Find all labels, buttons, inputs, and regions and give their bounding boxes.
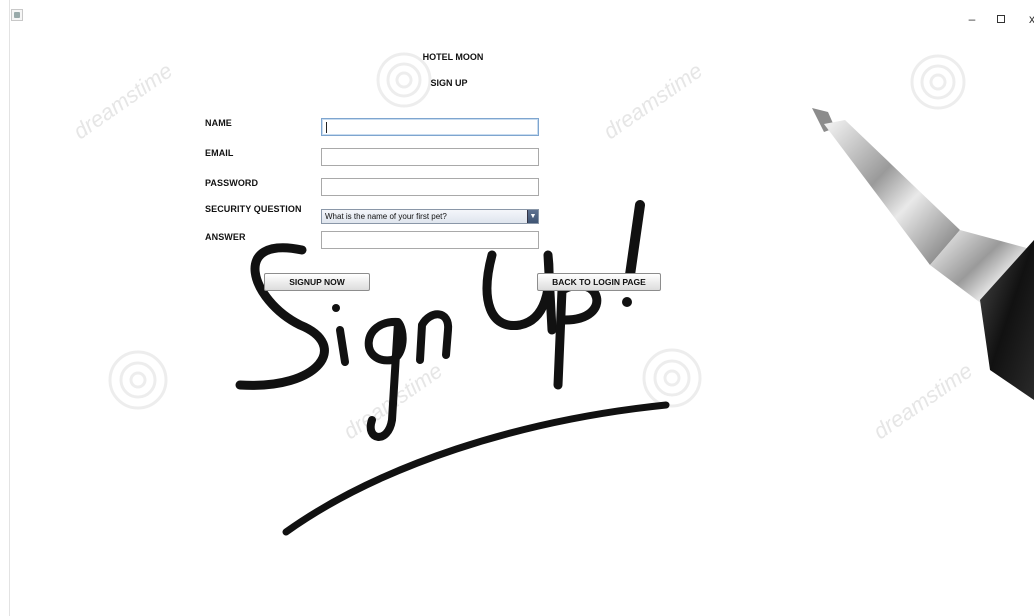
app-title: HOTEL MOON [422,52,484,62]
password-label: PASSWORD [205,178,259,188]
name-label: NAME [205,118,232,128]
window-left-border [0,0,10,616]
minimize-button[interactable]: – [964,12,980,26]
back-to-login-button[interactable]: BACK TO LOGIN PAGE [537,273,661,291]
answer-input[interactable] [321,231,539,249]
security-question-dropdown[interactable]: What is the name of your first pet? ▼ [321,209,539,224]
watermark-text: dreamstime [869,358,977,444]
watermark-text: dreamstime [599,58,707,144]
maximize-icon [997,15,1005,23]
sign-up-background-image: dreamstime dreamstime dreamstime dreamst… [69,52,1034,536]
pen-illustration [812,108,1034,400]
close-button[interactable]: x [1024,12,1034,26]
email-input[interactable] [321,148,539,166]
email-label: EMAIL [205,148,234,158]
security-question-selected: What is the name of your first pet? [325,212,447,221]
watermark-text: dreamstime [69,58,177,144]
answer-label: ANSWER [205,232,246,242]
text-caret [326,122,327,133]
signup-window: dreamstime dreamstime dreamstime dreamst… [0,0,1034,616]
handwritten-sign-up [235,200,670,536]
maximize-button[interactable] [993,12,1009,26]
java-app-icon [11,9,23,21]
signup-now-button[interactable]: SIGNUP NOW [264,273,370,291]
name-input[interactable] [321,118,539,136]
dropdown-arrow-icon[interactable]: ▼ [527,210,538,223]
password-input[interactable] [321,178,539,196]
security-question-label: SECURITY QUESTION [205,204,302,214]
page-title: SIGN UP [430,78,468,88]
